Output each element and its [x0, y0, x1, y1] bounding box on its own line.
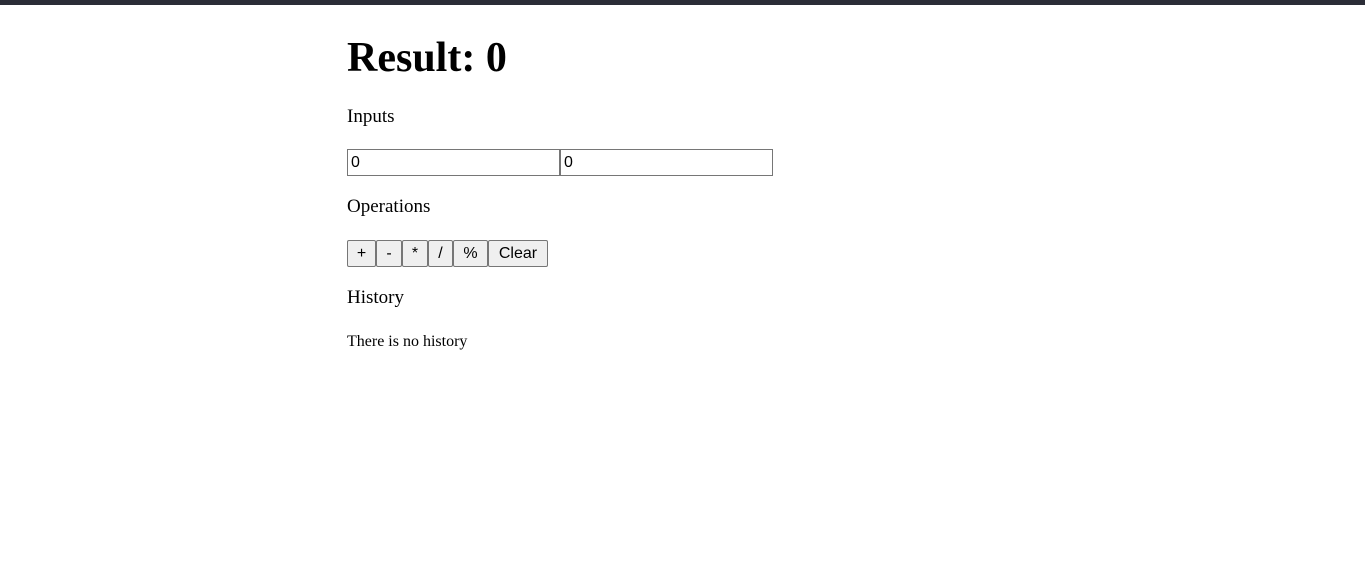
- history-empty-message: There is no history: [347, 333, 468, 350]
- first-number-input[interactable]: [347, 149, 560, 176]
- operations-row: + - * / % Clear: [347, 240, 548, 267]
- second-number-input[interactable]: [560, 149, 773, 176]
- add-button[interactable]: +: [347, 240, 376, 267]
- operations-heading: Operations: [347, 196, 431, 217]
- inputs-heading: Inputs: [347, 106, 395, 127]
- top-bar: [0, 0, 1365, 5]
- clear-button[interactable]: Clear: [488, 240, 548, 267]
- history-heading: History: [347, 287, 404, 308]
- subtract-button[interactable]: -: [376, 240, 402, 267]
- result-heading: Result: 0: [347, 35, 507, 81]
- modulo-button[interactable]: %: [453, 240, 488, 267]
- divide-button[interactable]: /: [428, 240, 453, 267]
- multiply-button[interactable]: *: [402, 240, 428, 267]
- inputs-row: [347, 149, 773, 176]
